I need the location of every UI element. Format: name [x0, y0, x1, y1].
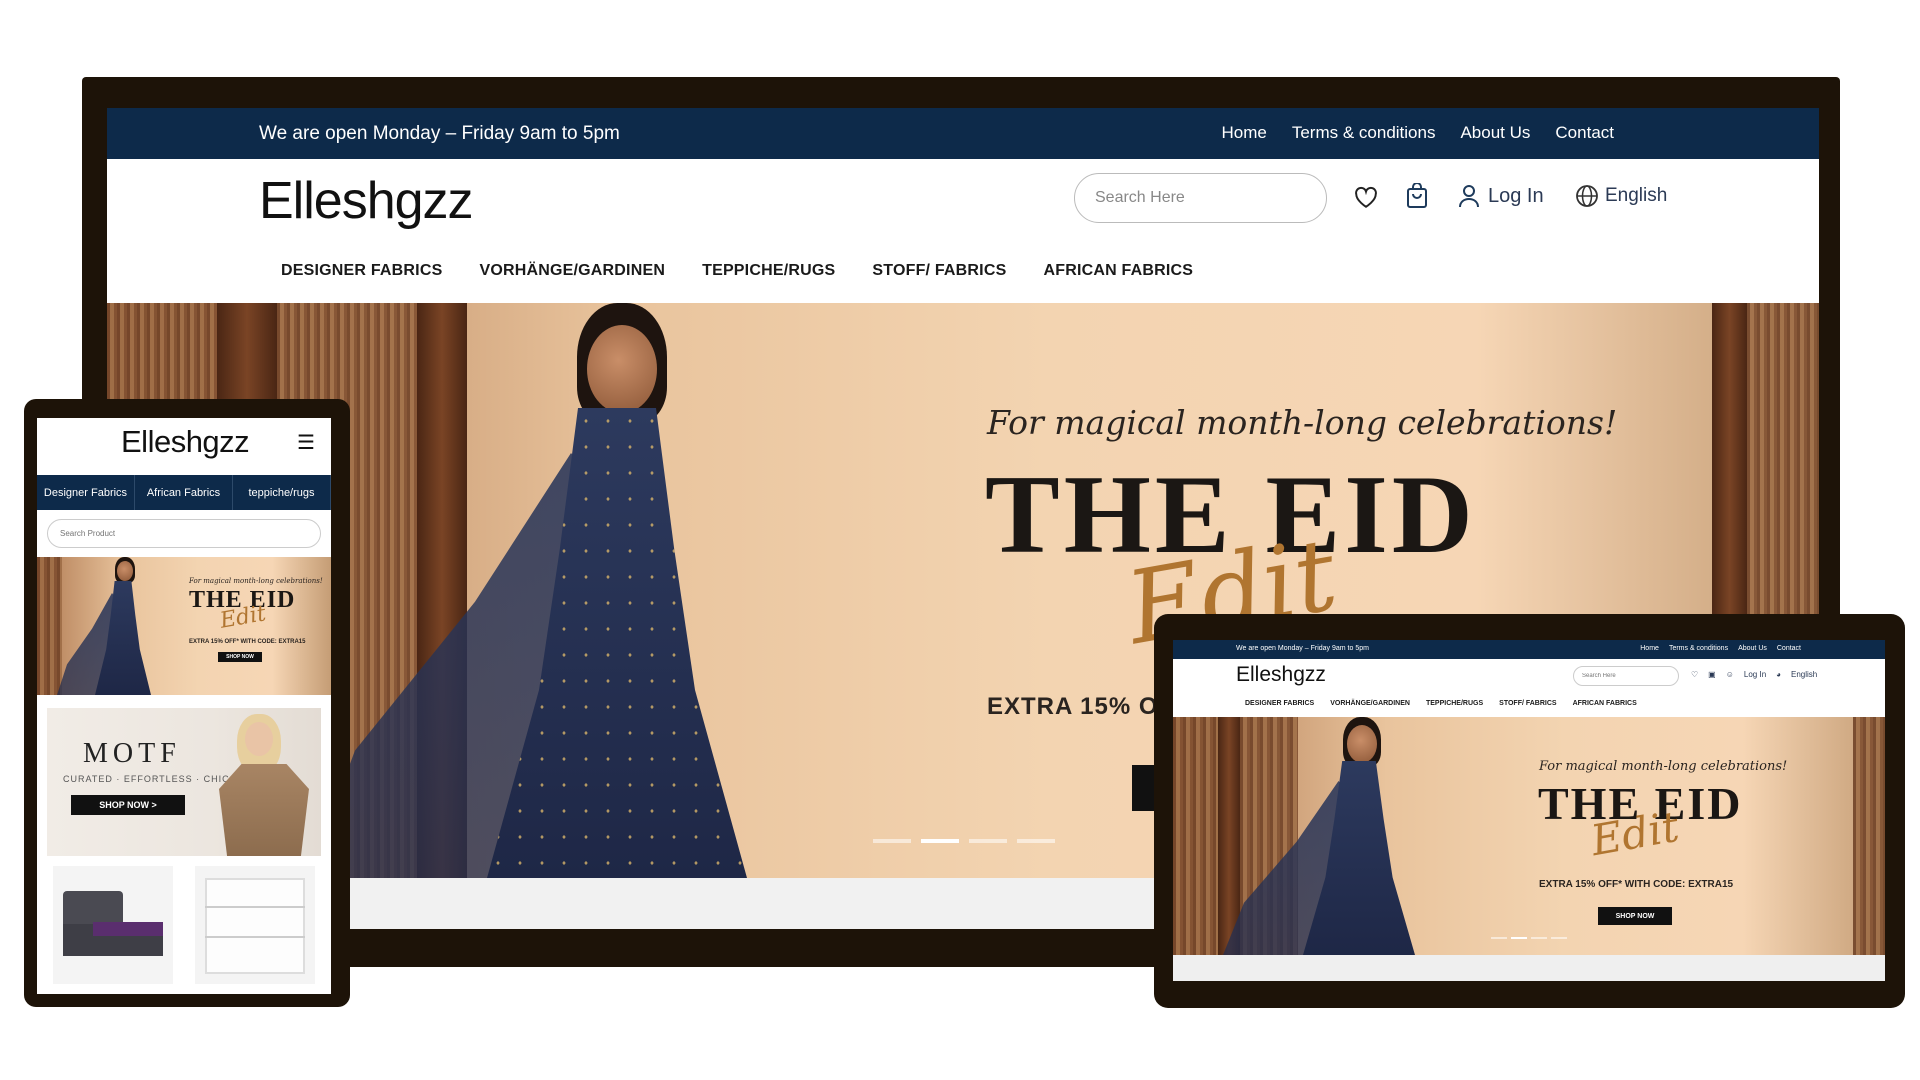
- nav-item-african-fabrics[interactable]: AFRICAN FABRICS: [1043, 262, 1193, 280]
- mobile-tab-designer-fabrics[interactable]: Designer Fabrics: [37, 475, 135, 510]
- laptop-top-link-terms[interactable]: Terms & conditions: [1669, 645, 1728, 652]
- promo-model-image: [207, 712, 317, 856]
- promo-shop-button[interactable]: SHOP NOW >: [71, 795, 185, 815]
- laptop-below-hero-section: [1173, 955, 1885, 981]
- slider-dot[interactable]: [873, 839, 911, 843]
- mobile-model-figure: [57, 557, 167, 695]
- laptop-heart-icon[interactable]: ♡: [1691, 670, 1698, 679]
- laptop-search-input[interactable]: [1573, 666, 1679, 686]
- hero-offer: EXTRA 15% OF: [987, 693, 1175, 720]
- model-figure: [307, 303, 847, 878]
- slider-dot[interactable]: [969, 839, 1007, 843]
- laptop-screen: We are open Monday – Friday 9am to 5pm H…: [1173, 640, 1885, 981]
- mobile-screen: Elleshgzz ☰ Designer Fabrics African Fab…: [37, 418, 331, 994]
- laptop-globe-icon[interactable]: ◕: [1776, 670, 1781, 679]
- laptop-top-link-home[interactable]: Home: [1640, 645, 1659, 652]
- heart-icon[interactable]: [1352, 183, 1380, 211]
- laptop-hero-tagline: For magical month-long celebrations!: [1539, 759, 1788, 774]
- opening-hours-text: We are open Monday – Friday 9am to 5pm: [259, 123, 620, 144]
- laptop-user-icon[interactable]: ☺: [1726, 670, 1734, 679]
- laptop-nav-vorhaenge[interactable]: VORHÄNGE/GARDINEN: [1330, 700, 1410, 707]
- mobile-tab-african-fabrics[interactable]: African Fabrics: [135, 475, 233, 510]
- login-link[interactable]: Log In: [1488, 185, 1544, 208]
- nav-item-teppiche[interactable]: TEPPICHE/RUGS: [702, 262, 835, 280]
- top-link-terms[interactable]: Terms & conditions: [1292, 123, 1436, 143]
- laptop-nav-designer-fabrics[interactable]: DESIGNER FABRICS: [1245, 700, 1314, 707]
- shopping-bag-icon[interactable]: [1403, 181, 1431, 211]
- nav-item-designer-fabrics[interactable]: DESIGNER FABRICS: [281, 262, 442, 280]
- top-link-home[interactable]: Home: [1221, 123, 1266, 143]
- laptop-slider-dot[interactable]: [1491, 937, 1507, 939]
- laptop-slider-dot[interactable]: [1531, 937, 1547, 939]
- laptop-slider-dot-active[interactable]: [1511, 937, 1527, 939]
- top-link-contact[interactable]: Contact: [1555, 123, 1614, 143]
- language-selector[interactable]: English: [1605, 185, 1667, 207]
- promo-subtitle: CURATED · EFFORTLESS · CHIC: [63, 774, 230, 784]
- laptop-hero-banner[interactable]: For magical month-long celebrations! THE…: [1173, 717, 1885, 955]
- mobile-tab-teppiche[interactable]: teppiche/rugs: [233, 475, 331, 510]
- laptop-nav-stoff[interactable]: STOFF/ FABRICS: [1499, 700, 1556, 707]
- mobile-hero-banner[interactable]: For magical month-long celebrations! THE…: [37, 557, 331, 695]
- bed-product-tile[interactable]: [53, 866, 173, 984]
- site-header: Elleshgzz Log In English: [107, 159, 1819, 240]
- main-nav: DESIGNER FABRICS VORHÄNGE/GARDINEN TEPPI…: [107, 240, 1819, 303]
- laptop-top-link-contact[interactable]: Contact: [1777, 645, 1801, 652]
- laptop-nav-african-fabrics[interactable]: AFRICAN FABRICS: [1573, 700, 1637, 707]
- mobile-device: Elleshgzz ☰ Designer Fabrics African Fab…: [24, 399, 350, 1007]
- slider-dot-active[interactable]: [921, 839, 959, 843]
- laptop-language-selector[interactable]: English: [1791, 670, 1817, 679]
- search-input[interactable]: [1074, 173, 1327, 223]
- motf-promo-banner[interactable]: MOTF CURATED · EFFORTLESS · CHIC SHOP NO…: [47, 708, 321, 856]
- slider-dot[interactable]: [1017, 839, 1055, 843]
- hero-tagline: For magical month-long celebrations!: [987, 403, 1618, 442]
- laptop-slider-dots: [1491, 937, 1567, 939]
- mobile-hero-tagline: For magical month-long celebrations!: [189, 577, 323, 585]
- promo-brand: MOTF: [83, 738, 181, 769]
- mobile-hero-offer: EXTRA 15% OFF* WITH CODE: EXTRA15: [189, 639, 306, 645]
- laptop-top-info-bar: We are open Monday – Friday 9am to 5pm H…: [1173, 640, 1885, 659]
- laptop-opening-hours-text: We are open Monday – Friday 9am to 5pm: [1236, 645, 1369, 652]
- laptop-shopping-bag-icon[interactable]: ▣: [1708, 670, 1716, 679]
- hamburger-menu-icon[interactable]: ☰: [297, 430, 315, 455]
- top-links: Home Terms & conditions About Us Contact: [1221, 123, 1614, 143]
- laptop-hero-offer: EXTRA 15% OFF* WITH CODE: EXTRA15: [1539, 879, 1734, 890]
- laptop-hero-shop-button[interactable]: SHOP NOW: [1598, 907, 1672, 925]
- laptop-slider-dot[interactable]: [1551, 937, 1567, 939]
- laptop-device: We are open Monday – Friday 9am to 5pm H…: [1154, 614, 1905, 1008]
- nav-item-vorhaenge[interactable]: VORHÄNGE/GARDINEN: [479, 262, 665, 280]
- laptop-login-link[interactable]: Log In: [1744, 670, 1766, 679]
- shelf-product-tile[interactable]: [195, 866, 315, 984]
- top-link-about[interactable]: About Us: [1460, 123, 1530, 143]
- mobile-search-input[interactable]: [47, 519, 321, 548]
- slider-dots: [873, 839, 1055, 843]
- laptop-logo[interactable]: Elleshgzz: [1236, 663, 1326, 687]
- mobile-logo[interactable]: Elleshgzz: [121, 424, 250, 460]
- laptop-nav-teppiche[interactable]: TEPPICHE/RUGS: [1426, 700, 1483, 707]
- user-icon[interactable]: [1457, 183, 1481, 209]
- laptop-header-icons: ♡ ▣ ☺ Log In ◕ English: [1691, 670, 1817, 679]
- nav-item-stoff[interactable]: STOFF/ FABRICS: [872, 262, 1006, 280]
- laptop-main-nav: DESIGNER FABRICS VORHÄNGE/GARDINEN TEPPI…: [1245, 700, 1637, 707]
- laptop-model-figure: [1223, 717, 1463, 955]
- site-logo[interactable]: Elleshgzz: [259, 171, 474, 231]
- top-info-bar: We are open Monday – Friday 9am to 5pm H…: [107, 108, 1819, 159]
- globe-icon[interactable]: [1574, 183, 1600, 209]
- mobile-category-tabs: Designer Fabrics African Fabrics teppich…: [37, 475, 331, 510]
- mobile-hero-shop-button[interactable]: SHOP NOW: [218, 652, 262, 662]
- laptop-top-link-about[interactable]: About Us: [1738, 645, 1767, 652]
